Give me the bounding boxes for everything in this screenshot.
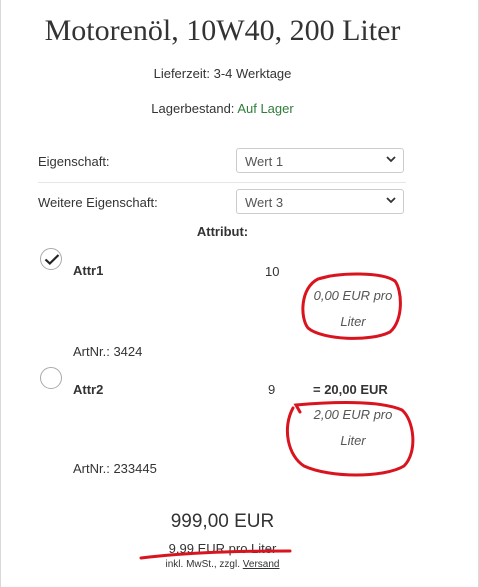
unit-price-unit: Liter	[340, 314, 366, 329]
delivery-time: Lieferzeit: 3-4 Werktage	[0, 66, 445, 81]
shipping-link[interactable]: Versand	[243, 559, 280, 570]
property-select-value: Wert 1	[245, 154, 284, 169]
checkmark-icon	[44, 254, 60, 266]
attribute-article-number: ArtNr.: 3424	[73, 344, 143, 359]
product-price: 999,00 EUR	[170, 511, 275, 532]
property-label: Eigenschaft:	[38, 154, 110, 169]
stock-label: Lagerbestand:	[151, 101, 235, 116]
chevron-down-icon	[386, 197, 396, 204]
property-divider	[38, 182, 406, 183]
stock-value: Auf Lager	[237, 101, 294, 116]
attribute-heading: Attribut:	[196, 224, 249, 239]
attribute-total: = 20,00 EUR	[313, 382, 388, 397]
attribute-unit-price: 2,00 EUR pro Liter	[298, 402, 408, 454]
property-select-weitere-eigenschaft[interactable]: Wert 3	[236, 189, 404, 214]
property-select-eigenschaft[interactable]: Wert 1	[236, 148, 404, 173]
property-select-value: Wert 3	[245, 195, 284, 210]
attribute-radio-attr2[interactable]	[40, 367, 62, 389]
attribute-name: Attr1	[73, 263, 104, 278]
attribute-radio-attr1[interactable]	[40, 248, 62, 270]
tax-note: inkl. MwSt., zzgl. Versand	[0, 559, 445, 570]
attribute-unit-price: 0,00 EUR pro Liter	[298, 283, 408, 335]
product-title: Motorenöl, 10W40, 200 Liter	[44, 14, 401, 47]
frame-left-border	[0, 0, 1, 587]
attribute-name: Attr2	[73, 382, 104, 397]
property-label: Weitere Eigenschaft:	[38, 195, 158, 210]
attribute-quantity: 9	[268, 382, 276, 397]
unit-price-line: 0,00 EUR pro	[313, 288, 393, 303]
delivery-time-label: Lieferzeit:	[153, 66, 210, 81]
tax-note-text: inkl. MwSt., zzgl.	[165, 559, 240, 570]
property-row-weitere-eigenschaft: Weitere Eigenschaft: Wert 3	[38, 184, 406, 224]
attribute-quantity: 10	[265, 264, 280, 279]
chevron-down-icon	[386, 156, 396, 163]
stock-status: Lagerbestand: Auf Lager	[0, 101, 445, 116]
property-row-eigenschaft: Eigenschaft: Wert 1	[38, 143, 406, 183]
base-unit-price: 9,99 EUR pro Liter	[168, 541, 277, 556]
unit-price-unit: Liter	[340, 433, 366, 448]
attribute-article-number: ArtNr.: 233445	[73, 461, 157, 476]
unit-price-line: 2,00 EUR pro	[313, 407, 393, 422]
delivery-time-value: 3-4 Werktage	[213, 66, 292, 81]
